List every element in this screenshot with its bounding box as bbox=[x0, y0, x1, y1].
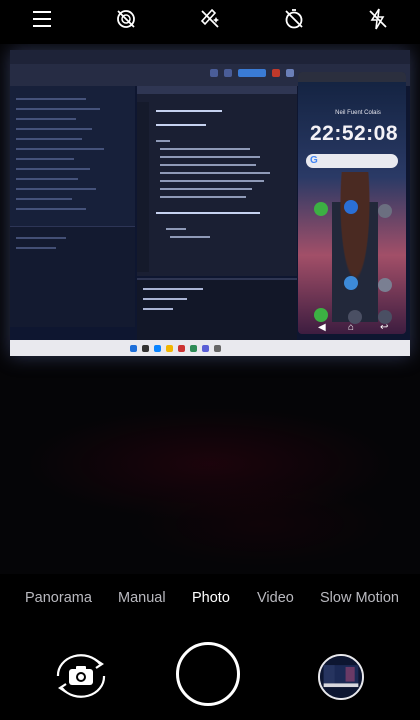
preview-output-line bbox=[143, 308, 173, 310]
phone-nav-recent-icon: ↩ bbox=[380, 322, 389, 333]
preview-code-line bbox=[160, 148, 250, 150]
taskbar-icon bbox=[142, 345, 149, 352]
hamburger-menu-icon[interactable] bbox=[28, 6, 56, 32]
preview-tool bbox=[272, 69, 280, 77]
camera-mode-selector: Panorama Manual Photo Video Slow Motion bbox=[0, 590, 420, 612]
preview-code-line bbox=[160, 196, 246, 198]
preview-monitor-scene: Neil Fuent Colais 22:52:08 G ◀ ⌂ ↩ bbox=[10, 50, 410, 356]
timer-off-icon[interactable] bbox=[280, 6, 308, 32]
preview-code-line bbox=[160, 156, 260, 158]
preview-tree-row bbox=[16, 138, 82, 140]
preview-code-editor bbox=[137, 94, 297, 276]
preview-editor-tabs bbox=[137, 86, 297, 94]
preview-tool bbox=[238, 69, 266, 77]
preview-taskbar bbox=[10, 340, 410, 356]
taskbar-icon bbox=[214, 345, 221, 352]
preview-code-line bbox=[160, 164, 256, 166]
taskbar-icon bbox=[130, 345, 137, 352]
taskbar-icon bbox=[178, 345, 185, 352]
preview-tool bbox=[210, 69, 218, 77]
preview-tree-row bbox=[16, 108, 100, 110]
preview-tree-row bbox=[16, 168, 90, 170]
preview-phone-titlebar bbox=[298, 72, 406, 82]
preview-tree-row bbox=[16, 208, 86, 210]
preview-code-line bbox=[156, 124, 206, 126]
taskbar-icon bbox=[166, 345, 173, 352]
preview-tree-row bbox=[16, 98, 86, 100]
preview-output-line bbox=[143, 288, 203, 290]
preview-output-panel bbox=[137, 278, 297, 340]
phone-app-icon bbox=[378, 204, 392, 218]
preview-code-line bbox=[156, 140, 170, 142]
preview-code-line bbox=[170, 236, 210, 238]
preview-tool bbox=[224, 69, 232, 77]
preview-tree-row bbox=[16, 247, 56, 249]
preview-tree-row bbox=[16, 198, 72, 200]
hdr-off-icon[interactable] bbox=[112, 6, 140, 32]
taskbar-icon bbox=[154, 345, 161, 352]
phone-app-icon bbox=[378, 278, 392, 292]
preview-tool bbox=[286, 69, 294, 77]
preview-gutter bbox=[137, 102, 149, 272]
preview-code-line bbox=[156, 110, 222, 112]
mode-photo[interactable]: Photo bbox=[192, 590, 230, 606]
preview-code-line bbox=[160, 172, 270, 174]
preview-tree-row bbox=[16, 237, 66, 239]
mode-panorama[interactable]: Panorama bbox=[25, 590, 92, 606]
mode-video[interactable]: Video bbox=[257, 590, 294, 606]
preview-code-line bbox=[160, 188, 252, 190]
preview-code-line bbox=[160, 180, 264, 182]
preview-tree-row bbox=[16, 128, 92, 130]
preview-tree-row bbox=[16, 148, 104, 150]
phone-app-icon bbox=[344, 276, 358, 290]
shutter-button[interactable] bbox=[176, 642, 240, 706]
camera-viewfinder[interactable]: Neil Fuent Colais 22:52:08 G ◀ ⌂ ↩ bbox=[0, 44, 420, 574]
ai-scene-off-icon[interactable] bbox=[196, 6, 224, 32]
camera-switch-icon[interactable] bbox=[52, 654, 110, 698]
phone-nav-home-icon: ⌂ bbox=[348, 322, 355, 333]
preview-project-panel bbox=[10, 86, 135, 226]
flash-off-icon[interactable] bbox=[364, 6, 392, 32]
mode-manual[interactable]: Manual bbox=[118, 590, 166, 606]
preview-navigator-panel bbox=[10, 226, 135, 327]
phone-app-icon bbox=[344, 200, 358, 214]
preview-output-line bbox=[143, 298, 187, 300]
preview-tree-row bbox=[16, 158, 74, 160]
phone-app-icon bbox=[314, 202, 328, 216]
gallery-thumbnail[interactable] bbox=[318, 654, 364, 700]
google-icon: G bbox=[310, 155, 318, 166]
preview-phone-clock: 22:52:08 bbox=[309, 122, 399, 145]
preview-tree-row bbox=[16, 188, 96, 190]
top-controls-bar bbox=[0, 0, 420, 40]
preview-code-line bbox=[156, 212, 260, 214]
preview-tree-row bbox=[16, 118, 76, 120]
preview-phone-name: Neil Fuent Colais bbox=[335, 110, 381, 116]
taskbar-icon bbox=[202, 345, 209, 352]
mode-slow-motion[interactable]: Slow Motion bbox=[320, 590, 399, 606]
preview-ide-menubar bbox=[10, 50, 410, 64]
taskbar-icon bbox=[190, 345, 197, 352]
preview-phone-mirror: Neil Fuent Colais 22:52:08 G ◀ ⌂ ↩ bbox=[298, 72, 406, 334]
preview-person bbox=[332, 172, 378, 322]
preview-code-line bbox=[166, 228, 186, 230]
phone-app-icon bbox=[314, 308, 328, 322]
preview-tree-row bbox=[16, 178, 78, 180]
phone-nav-back-icon: ◀ bbox=[318, 322, 326, 333]
